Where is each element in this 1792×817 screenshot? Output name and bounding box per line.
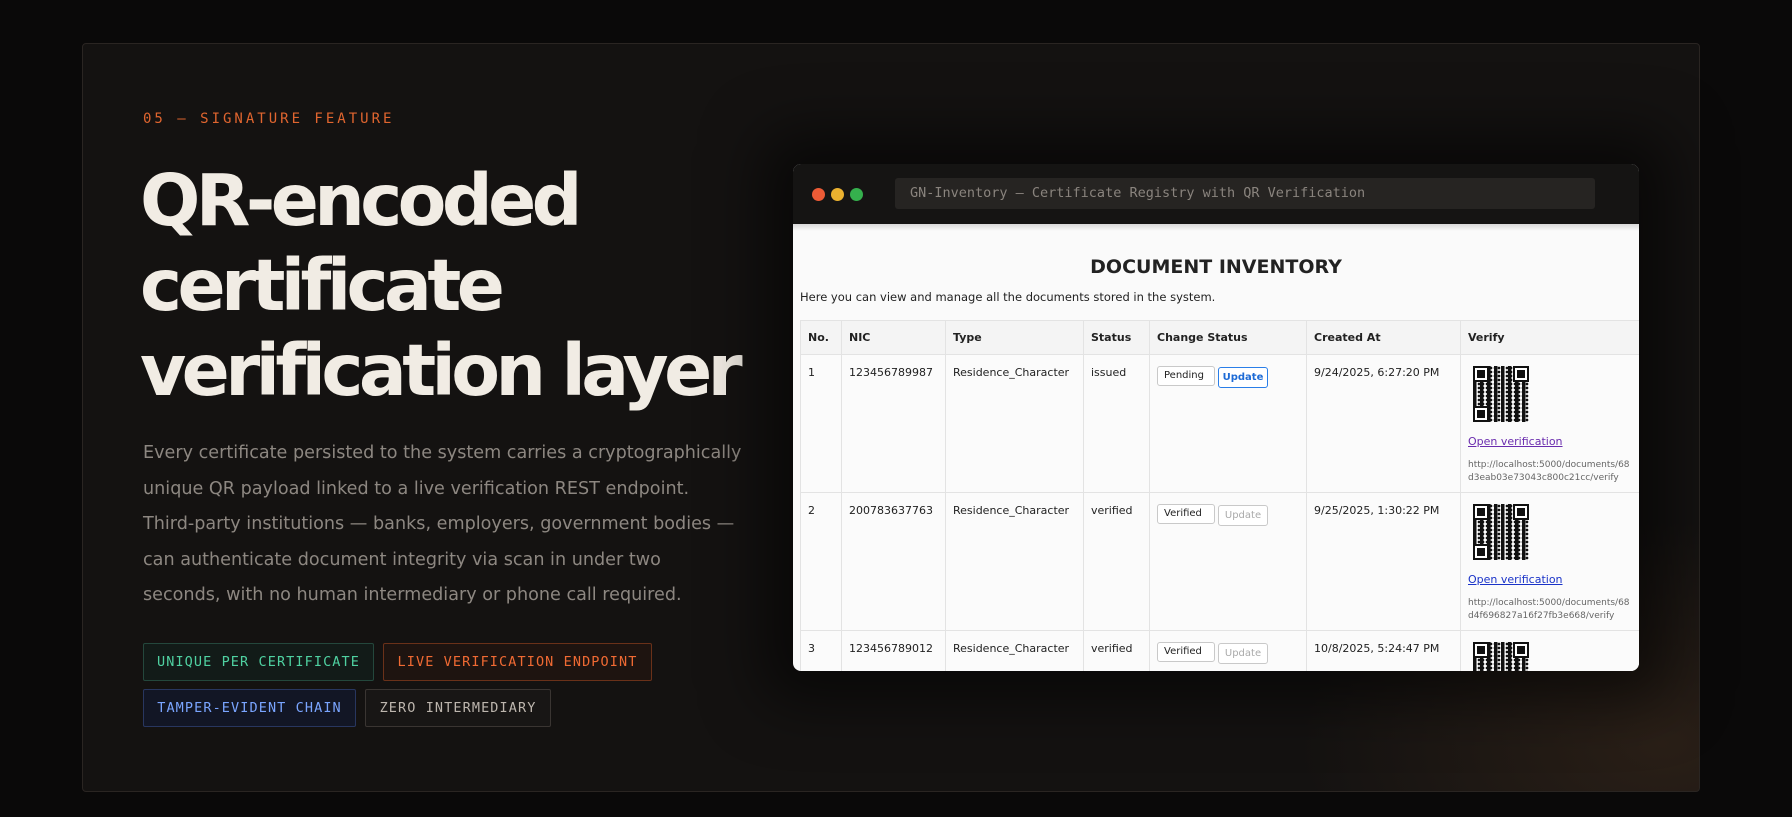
update-button[interactable]: Update [1218,643,1268,664]
verification-url: http://localhost:5000/documents/68d4f696… [1468,598,1630,621]
window-address-bar[interactable]: GN-Inventory — Certificate Registry with… [895,178,1595,209]
cell-status: verified [1083,630,1150,671]
open-verification-link[interactable]: Open verification [1468,435,1633,448]
column-header-created-at: Created At [1306,320,1461,355]
status-select[interactable]: Verified [1157,504,1215,524]
cell-verify: Open verification http://localhost:5000/… [1460,492,1639,631]
cell-no: 2 [800,492,842,631]
cell-created-at: 9/24/2025, 6:27:20 PM [1306,354,1461,493]
cell-status: verified [1083,492,1150,631]
cell-nic: 123456789987 [841,354,946,493]
section-headline: QR-encoded certificate verification laye… [140,159,743,412]
cell-created-at: 9/25/2025, 1:30:22 PM [1306,492,1461,631]
cell-type: Residence_Character [945,630,1084,671]
cell-verify [1460,630,1639,671]
column-header-status: Status [1083,320,1150,355]
qr-code-icon [1473,504,1529,560]
column-header-verify: Verify [1460,320,1639,355]
table-row: 2 200783637763 Residence_Character verif… [800,492,1639,631]
column-header-change-status: Change Status [1149,320,1307,355]
verification-url: http://localhost:5000/documents/68d3eab0… [1468,460,1630,483]
minimize-dot-icon[interactable] [831,188,844,201]
page-top-shadow [793,224,1639,231]
column-header-type: Type [945,320,1084,355]
qr-code-icon [1473,642,1529,671]
column-header-no: No. [800,320,842,355]
table-row: 3 123456789012 Residence_Character verif… [800,630,1639,671]
table-row: 1 123456789987 Residence_Character issue… [800,354,1639,493]
inventory-title: DOCUMENT INVENTORY [1090,256,1342,278]
cell-change-status: Pending Update [1149,354,1307,493]
cell-status: issued [1083,354,1150,493]
cell-no: 1 [800,354,842,493]
tag-unique-per-certificate: UNIQUE PER CERTIFICATE [143,643,374,681]
qr-code-icon [1473,366,1529,422]
maximize-dot-icon[interactable] [850,188,863,201]
update-button[interactable]: Update [1218,367,1268,388]
cell-nic: 200783637763 [841,492,946,631]
inventory-table: No. NIC Type Status Change Status Create… [800,320,1639,671]
tag-zero-intermediary: ZERO INTERMEDIARY [365,689,551,727]
window-titlebar: GN-Inventory — Certificate Registry with… [793,164,1639,225]
status-select[interactable]: Pending [1157,366,1215,386]
close-dot-icon[interactable] [812,188,825,201]
cell-change-status: Verified Update [1149,630,1307,671]
cell-type: Residence_Character [945,492,1084,631]
table-header-row: No. NIC Type Status Change Status Create… [800,320,1639,355]
tag-live-verification-endpoint: LIVE VERIFICATION ENDPOINT [383,643,652,681]
cell-created-at: 10/8/2025, 5:24:47 PM [1306,630,1461,671]
browser-window-mockup: GN-Inventory — Certificate Registry with… [793,164,1639,671]
tag-tamper-evident-chain: TAMPER-EVIDENT CHAIN [143,689,356,727]
section-description: Every certificate persisted to the syste… [143,443,742,605]
cell-change-status: Verified Update [1149,492,1307,631]
update-button[interactable]: Update [1218,505,1268,526]
cell-nic: 123456789012 [841,630,946,671]
cell-type: Residence_Character [945,354,1084,493]
inventory-subtitle: Here you can view and manage all the doc… [800,290,1216,304]
open-verification-link[interactable]: Open verification [1468,573,1633,586]
column-header-nic: NIC [841,320,946,355]
status-select[interactable]: Verified [1157,642,1215,662]
cell-no: 3 [800,630,842,671]
cell-verify: Open verification http://localhost:5000/… [1460,354,1639,493]
section-eyebrow: 05 — SIGNATURE FEATURE [143,111,395,127]
